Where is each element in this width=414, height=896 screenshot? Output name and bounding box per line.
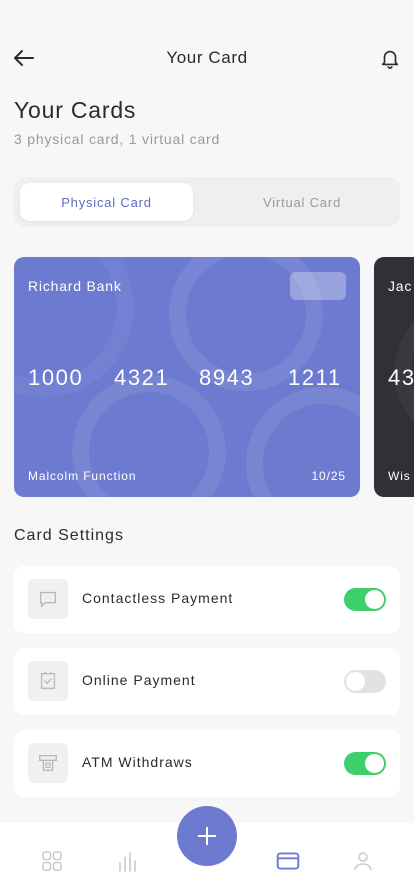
nav-cards[interactable] [274, 847, 302, 875]
add-button[interactable] [177, 806, 237, 866]
header-title: Your Card [166, 48, 248, 67]
toggle-knob [346, 672, 365, 691]
tab-physical-card[interactable]: Physical Card [20, 183, 193, 221]
card-bank-name: Richard Bank [28, 278, 122, 294]
card-owner-name: Wis [388, 469, 411, 483]
nav-stats[interactable] [114, 847, 142, 875]
card-expiry: 10/25 [311, 469, 346, 483]
card-number-group: 1211 [288, 365, 342, 390]
atm-icon [39, 754, 57, 772]
chat-bubble-icon [39, 591, 57, 608]
receipt-check-icon [40, 671, 56, 690]
card-physical-primary[interactable]: Richard Bank 1000 4321 8943 1211 Malcolm… [14, 257, 360, 497]
user-icon [354, 852, 372, 871]
card-settings-title: Card Settings [14, 527, 124, 544]
card-type-tabs: Physical Card Virtual Card [14, 177, 400, 227]
setting-label: Online Payment [82, 672, 196, 688]
online-payment-toggle[interactable] [344, 670, 386, 693]
nav-home[interactable] [38, 847, 66, 875]
tab-virtual-card[interactable]: Virtual Card [210, 183, 394, 221]
setting-atm-withdraws: ATM Withdraws [14, 730, 400, 797]
setting-label: ATM Withdraws [82, 754, 193, 770]
card-icon [276, 852, 300, 870]
card-number-group: 43 [388, 365, 414, 390]
plus-icon [197, 826, 217, 846]
setting-contactless-payment: Contactless Payment [14, 566, 400, 633]
bar-chart-icon [119, 852, 136, 872]
contactless-payment-toggle[interactable] [344, 588, 386, 611]
card-bank-name: Jac [388, 278, 413, 294]
card-chip [290, 272, 346, 300]
nav-profile[interactable] [349, 847, 377, 875]
card-number-group: 8943 [199, 365, 255, 390]
card-owner-name: Malcolm Function [28, 469, 137, 483]
toggle-knob [365, 590, 384, 609]
atm-withdraws-toggle[interactable] [344, 752, 386, 775]
setting-icon-box [28, 579, 68, 619]
card-number-group: 4321 [114, 365, 170, 390]
setting-online-payment: Online Payment [14, 648, 400, 715]
setting-label: Contactless Payment [82, 590, 234, 606]
page-title: Your Cards [14, 97, 137, 123]
setting-icon-box [28, 743, 68, 783]
notification-button[interactable] [376, 44, 404, 72]
card-physical-secondary[interactable]: Jac 43 Wis [374, 257, 414, 497]
toggle-knob [365, 754, 384, 773]
app-header: Your Card [0, 36, 414, 80]
grid-icon [42, 851, 62, 871]
bell-icon [381, 50, 399, 69]
page-subtitle: 3 physical card, 1 virtual card [14, 131, 221, 147]
setting-icon-box [28, 661, 68, 701]
card-number-group: 1000 [28, 365, 84, 390]
